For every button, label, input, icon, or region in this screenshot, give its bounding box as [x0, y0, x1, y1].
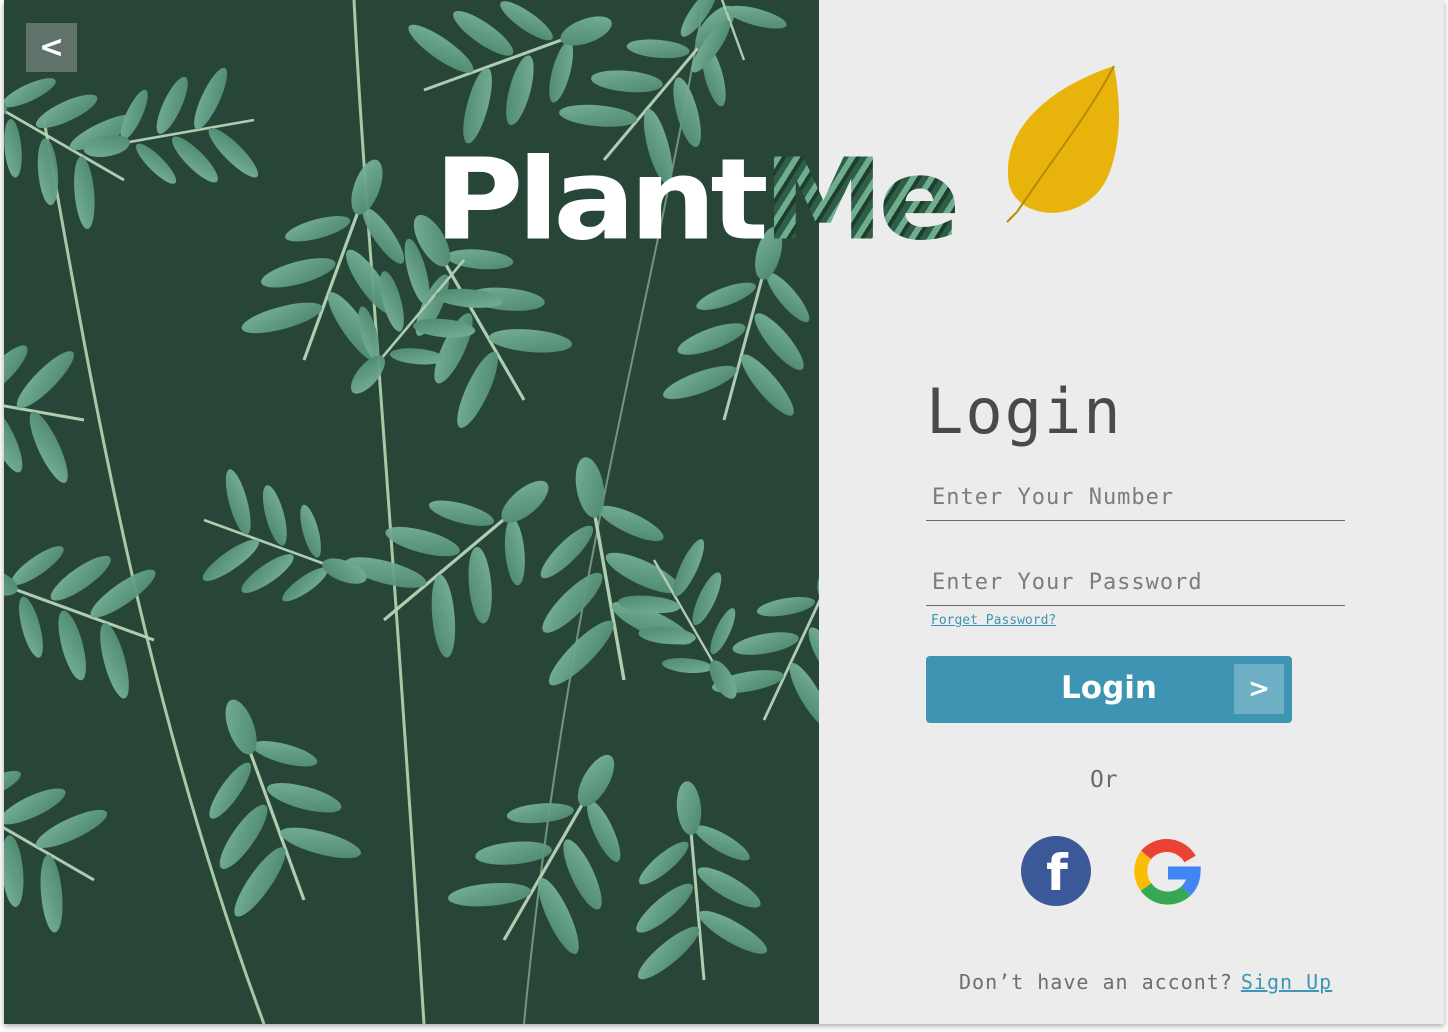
- signup-row: Don’t have an accont? Sign Up: [959, 970, 1332, 994]
- arrow-right-icon: >: [1234, 664, 1284, 714]
- app-window: < PlantMe Login Forget Password? Login >…: [4, 0, 1444, 1024]
- facebook-glyph: f: [1046, 844, 1069, 902]
- logo-word-me: Me: [762, 134, 961, 266]
- signup-link[interactable]: Sign Up: [1241, 970, 1332, 994]
- google-login-button[interactable]: [1134, 837, 1202, 905]
- signup-prompt: Don’t have an accont?: [959, 970, 1233, 994]
- back-button[interactable]: <: [26, 23, 77, 72]
- leaf-icon: [1006, 65, 1119, 223]
- facebook-login-button[interactable]: f: [1020, 835, 1092, 907]
- logo-word-plant: Plant: [434, 134, 769, 266]
- number-input[interactable]: [926, 475, 1345, 521]
- app-logo: PlantMe: [434, 130, 961, 270]
- google-icon: [1134, 839, 1201, 905]
- login-title: Login: [926, 375, 1123, 448]
- forgot-password-link[interactable]: Forget Password?: [931, 613, 1056, 628]
- or-separator: Or: [1090, 767, 1118, 793]
- password-input[interactable]: [926, 560, 1345, 606]
- login-button[interactable]: Login >: [926, 656, 1292, 723]
